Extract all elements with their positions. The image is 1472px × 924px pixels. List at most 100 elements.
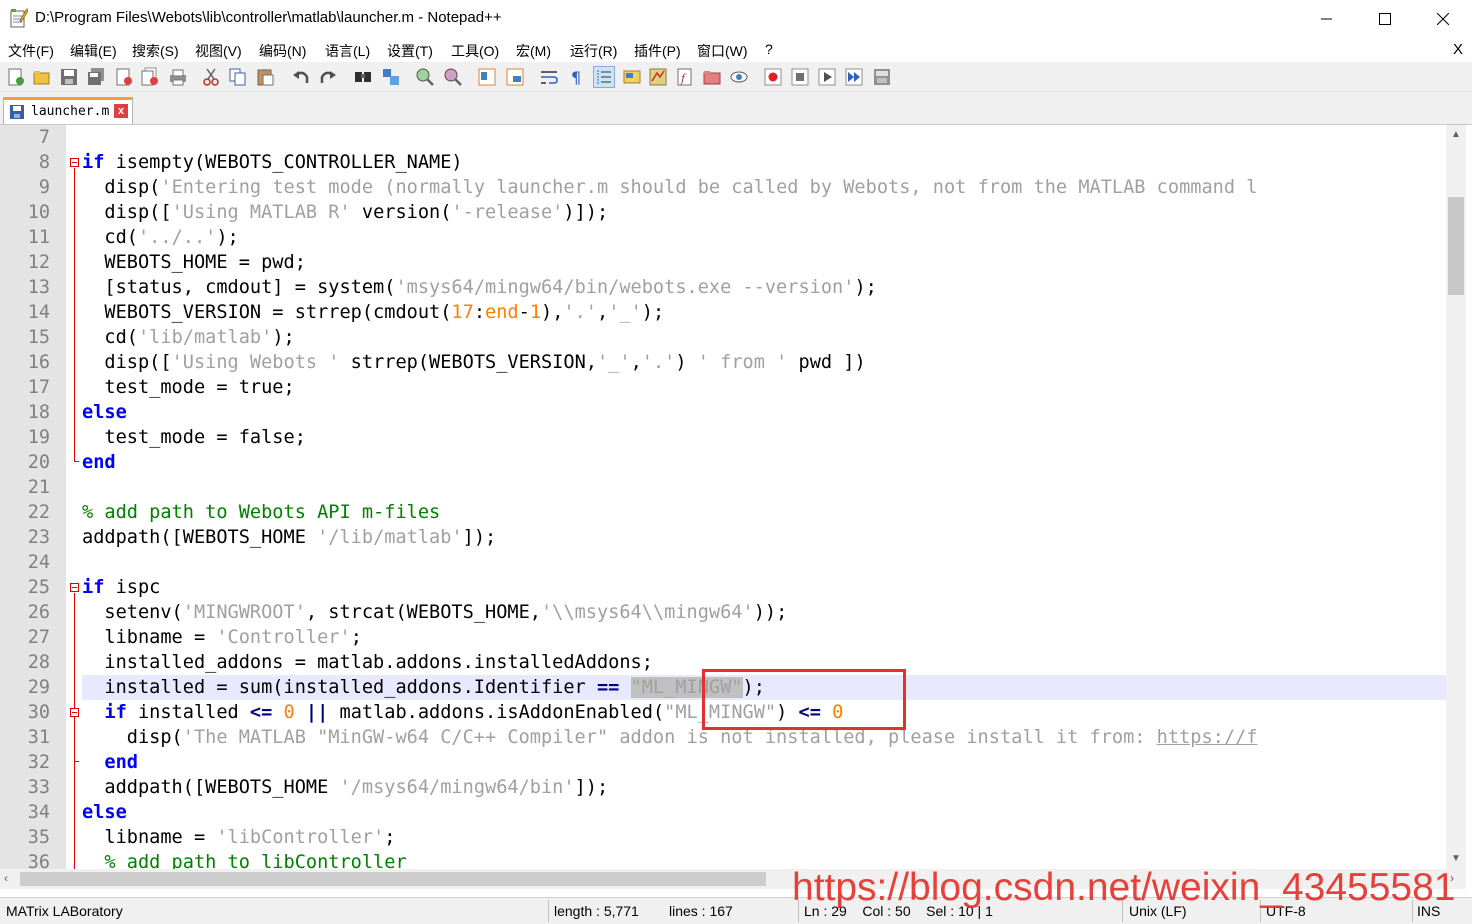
line-number: 26: [27, 602, 50, 623]
doc-map-icon[interactable]: [648, 67, 668, 87]
status-language: MATrix LABoratory: [6, 903, 123, 919]
menu-language[interactable]: 语言(L): [325, 41, 370, 61]
code-line: disp('Entering test mode (normally launc…: [82, 177, 1258, 198]
code-line: libname = 'libController';: [82, 827, 396, 848]
save-macro-icon[interactable]: [872, 67, 892, 87]
undo-icon[interactable]: [291, 67, 311, 87]
folder-workspace-icon[interactable]: [702, 67, 722, 87]
indent-guide-icon[interactable]: [593, 66, 615, 88]
menu-plugins[interactable]: 插件(P): [634, 41, 681, 61]
fold-toggle[interactable]: [70, 583, 79, 592]
function-list-icon[interactable]: f: [675, 67, 695, 87]
vertical-scrollbar[interactable]: ▲ ▼: [1446, 125, 1466, 869]
line-number: 19: [27, 427, 50, 448]
minimize-icon: [1321, 18, 1332, 20]
show-all-characters-icon[interactable]: ¶: [566, 67, 586, 87]
line-number: 32: [27, 752, 50, 773]
menu-encoding[interactable]: 编码(N): [259, 41, 306, 61]
line-number: 18: [27, 402, 50, 423]
code-line: installed_addons = matlab.addons.install…: [82, 652, 653, 673]
close-all-icon[interactable]: [140, 67, 160, 87]
record-macro-icon[interactable]: [763, 67, 783, 87]
line-number: 27: [27, 627, 50, 648]
word-wrap-icon[interactable]: [539, 67, 559, 87]
code-line: else: [82, 802, 127, 823]
line-number: 23: [27, 527, 50, 548]
code-editor[interactable]: 7 8 9 10 11 12 13 14 15 16 17 18 19 20 2…: [0, 125, 1472, 869]
zoom-out-icon[interactable]: [443, 67, 463, 87]
user-language-icon[interactable]: [622, 67, 642, 87]
line-number: 14: [27, 302, 50, 323]
code-line: libname = 'Controller';: [82, 627, 362, 648]
cut-icon[interactable]: [201, 67, 221, 87]
line-number: 16: [27, 352, 50, 373]
saved-file-icon: [10, 105, 24, 119]
code-line: WEBOTS_VERSION = strrep(cmdout(17:end-1)…: [82, 302, 665, 323]
paste-icon[interactable]: [255, 67, 275, 87]
copy-icon[interactable]: [228, 67, 248, 87]
fold-line: [74, 593, 75, 869]
menu-help[interactable]: ?: [765, 41, 773, 57]
close-window-button[interactable]: [1414, 0, 1472, 38]
tab-launcher-m[interactable]: launcher.m x: [3, 97, 133, 124]
menu-macro[interactable]: 宏(M): [516, 41, 551, 61]
code-line: if isempty(WEBOTS_CONTROLLER_NAME): [82, 152, 463, 173]
menu-window[interactable]: 窗口(W): [697, 41, 748, 61]
run-macro-multiple-icon[interactable]: [844, 67, 864, 87]
sync-vertical-icon[interactable]: [477, 67, 497, 87]
replace-icon[interactable]: [381, 67, 401, 87]
save-all-icon[interactable]: [86, 67, 106, 87]
close-document-button[interactable]: X: [1453, 41, 1463, 58]
find-icon[interactable]: [353, 67, 373, 87]
menu-settings[interactable]: 设置(T): [387, 41, 433, 61]
line-number: 35: [27, 827, 50, 848]
zoom-in-icon[interactable]: [415, 67, 435, 87]
line-number: 33: [27, 777, 50, 798]
horizontal-scroll-thumb[interactable]: [20, 872, 766, 886]
window-title: D:\Program Files\Webots\lib\controller\m…: [35, 9, 502, 26]
line-number: 20: [27, 452, 50, 473]
fold-end: [74, 761, 79, 762]
line-number: 10: [27, 202, 50, 223]
vertical-scroll-thumb[interactable]: [1448, 197, 1464, 295]
scroll-left-arrow-icon[interactable]: ‹: [4, 871, 8, 885]
menu-run[interactable]: 运行(R): [570, 41, 617, 61]
code-line: if ispc: [82, 577, 161, 598]
menu-tools[interactable]: 工具(O): [451, 41, 499, 61]
title-bar: D:\Program Files\Webots\lib\controller\m…: [0, 0, 1472, 38]
sync-horizontal-icon[interactable]: [505, 67, 525, 87]
menu-view[interactable]: 视图(V): [195, 41, 242, 61]
code-text-area[interactable]: if isempty(WEBOTS_CONTROLLER_NAME) disp(…: [82, 125, 1446, 869]
line-number: 9: [38, 177, 50, 198]
code-line-current: installed = sum(installed_addons.Identif…: [82, 677, 765, 698]
maximize-button[interactable]: [1356, 0, 1414, 38]
print-icon[interactable]: [168, 67, 188, 87]
menu-file[interactable]: 文件(F): [8, 41, 54, 61]
new-file-icon[interactable]: [6, 67, 26, 87]
minimize-button[interactable]: [1298, 0, 1356, 38]
status-length: length : 5,771: [554, 903, 639, 919]
scroll-up-arrow-icon[interactable]: ▲: [1446, 125, 1466, 145]
stop-macro-icon[interactable]: [790, 67, 810, 87]
line-number: 25: [27, 577, 50, 598]
line-number: 12: [27, 252, 50, 273]
monitoring-eye-icon[interactable]: [729, 67, 749, 87]
code-line: disp(['Using Webots ' strrep(WEBOTS_VERS…: [82, 352, 866, 373]
menu-edit[interactable]: 编辑(E): [70, 41, 117, 61]
open-file-icon[interactable]: [32, 67, 52, 87]
fold-line: [74, 168, 75, 461]
line-number: 28: [27, 652, 50, 673]
url-link[interactable]: https://f: [1157, 727, 1258, 748]
redo-icon[interactable]: [318, 67, 338, 87]
menu-search[interactable]: 搜索(S): [132, 41, 179, 61]
fold-toggle[interactable]: [70, 708, 79, 717]
code-line: end: [82, 452, 116, 473]
save-icon[interactable]: [59, 67, 79, 87]
fold-toggle[interactable]: [70, 158, 79, 167]
notepad-app-icon: [10, 8, 28, 28]
play-macro-icon[interactable]: [817, 67, 837, 87]
tab-bar: launcher.m x: [0, 92, 1472, 125]
close-file-icon[interactable]: [114, 67, 134, 87]
tab-close-button[interactable]: x: [114, 104, 128, 118]
code-line: addpath([WEBOTS_HOME '/lib/matlab']);: [82, 527, 497, 548]
